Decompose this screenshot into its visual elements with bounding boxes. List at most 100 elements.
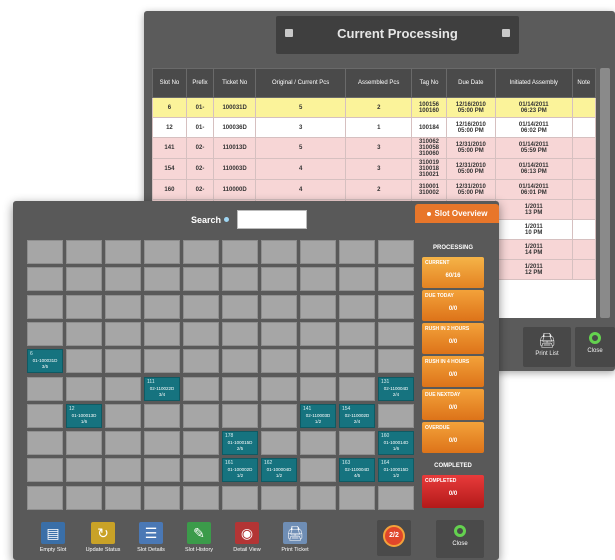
close-button[interactable]: Close: [436, 520, 484, 558]
slot-cell[interactable]: [261, 376, 297, 401]
status-due-today[interactable]: DUE TODAY 0/0: [422, 290, 484, 321]
slot-cell[interactable]: [66, 458, 102, 483]
slot-cell[interactable]: [339, 240, 375, 264]
table-row[interactable]: 154 02- 110003D 4 3 310019 310018 310021 12/31…: [152, 158, 596, 180]
slot-cell[interactable]: [66, 485, 102, 510]
slot-cell-filled[interactable]: 12 01-100013D 1/6: [66, 403, 102, 428]
slot-cell[interactable]: [27, 376, 63, 401]
table-row[interactable]: 160 02- 110000D 4 2 310001 310002 12/31/2010 0…: [152, 179, 596, 200]
slot-cell[interactable]: [222, 240, 258, 264]
slot-cell[interactable]: [183, 431, 219, 456]
slot-cell[interactable]: [300, 294, 336, 319]
slot-cell[interactable]: [300, 267, 336, 292]
slot-cell[interactable]: [66, 376, 102, 401]
slot-cell[interactable]: [300, 376, 336, 401]
slot-cell[interactable]: [105, 349, 141, 374]
slot-cell-filled[interactable]: 131 02-110004D 2/4: [378, 376, 414, 401]
slot-cell[interactable]: [66, 431, 102, 456]
slot-cell[interactable]: [378, 403, 414, 428]
column-header[interactable]: Original / Current Pcs: [255, 68, 347, 98]
slot-cell[interactable]: [66, 349, 102, 374]
slot-cell[interactable]: [183, 485, 219, 510]
slot-cell[interactable]: [222, 294, 258, 319]
slot-history-button[interactable]: ✎ Slot History: [175, 520, 223, 558]
slot-cell[interactable]: [222, 376, 258, 401]
status-rush-4-hours[interactable]: RUSH IN 4 HOURS 0/0: [422, 356, 484, 387]
column-header[interactable]: Ticket No: [213, 68, 257, 98]
slot-cell[interactable]: [300, 431, 336, 456]
update-status-button[interactable]: ↻ Update Status: [79, 520, 127, 558]
slot-cell[interactable]: [183, 349, 219, 374]
slot-cell[interactable]: [66, 240, 102, 264]
slot-cell[interactable]: [222, 267, 258, 292]
slot-cell[interactable]: [183, 376, 219, 401]
slot-cell[interactable]: [105, 485, 141, 510]
status-completed[interactable]: COMPLETED 0/0: [422, 475, 484, 508]
column-header[interactable]: Due Date: [445, 68, 496, 98]
status-overdue[interactable]: OVERDUE 0/0: [422, 422, 484, 453]
slot-cell[interactable]: [105, 458, 141, 483]
slot-cell[interactable]: [144, 294, 180, 319]
slot-cell[interactable]: [144, 267, 180, 292]
slot-cell[interactable]: [339, 431, 375, 456]
slot-cell[interactable]: [222, 349, 258, 374]
slot-cell[interactable]: [144, 403, 180, 428]
slot-cell[interactable]: [144, 349, 180, 374]
slot-cell[interactable]: [105, 403, 141, 428]
empty-slot-button[interactable]: ▤ Empty Slot: [29, 520, 77, 558]
slot-cell-filled[interactable]: 164 01-100015D 1/2: [378, 458, 414, 483]
slot-cell[interactable]: [339, 376, 375, 401]
table-row[interactable]: 6 01- 100031D 5 2 100156 100160 12/16/2010 05:…: [152, 97, 596, 118]
slot-cell[interactable]: [378, 294, 414, 319]
print-ticket-button[interactable]: 🖨 Print Ticket: [271, 520, 319, 558]
slot-cell-filled[interactable]: 154 02-110002D 2/4: [339, 403, 375, 428]
slot-cell[interactable]: [144, 321, 180, 346]
slot-cell[interactable]: [261, 431, 297, 456]
slot-cell[interactable]: [339, 321, 375, 346]
slot-cell[interactable]: [66, 267, 102, 292]
slot-cell[interactable]: [27, 240, 63, 264]
vertical-scrollbar[interactable]: [600, 68, 610, 318]
slot-cell[interactable]: [261, 294, 297, 319]
slot-cell-filled[interactable]: 178 01-100015D 2/5: [222, 431, 258, 456]
slot-cell-filled[interactable]: 141 02-110003D 1/2: [300, 403, 336, 428]
slot-cell[interactable]: [183, 294, 219, 319]
table-row[interactable]: 141 02- 110013D 5 3 310062 310058 310060 12/31…: [152, 137, 596, 159]
status-rush-2-hours[interactable]: RUSH IN 2 HOURS 0/0: [422, 323, 484, 354]
slot-cell[interactable]: [183, 240, 219, 264]
slot-cell[interactable]: [339, 349, 375, 374]
slot-cell[interactable]: [339, 267, 375, 292]
slot-cell[interactable]: [105, 431, 141, 456]
slot-cell[interactable]: [261, 321, 297, 346]
slot-cell[interactable]: [27, 458, 63, 483]
slot-cell[interactable]: [339, 294, 375, 319]
slot-cell[interactable]: [261, 485, 297, 510]
slot-cell[interactable]: [183, 267, 219, 292]
slot-cell[interactable]: [105, 294, 141, 319]
slot-cell[interactable]: [105, 240, 141, 264]
slot-cell[interactable]: [378, 267, 414, 292]
slot-cell[interactable]: [183, 403, 219, 428]
slot-cell-filled[interactable]: 162 01-100004D 1/2: [261, 458, 297, 483]
slot-cell[interactable]: [222, 485, 258, 510]
slot-cell[interactable]: [105, 376, 141, 401]
print-list-button[interactable]: 🖨 Print List: [523, 327, 571, 367]
slot-cell[interactable]: [222, 321, 258, 346]
slot-cell[interactable]: [144, 240, 180, 264]
slot-cell[interactable]: [27, 294, 63, 319]
search-input[interactable]: [237, 210, 307, 229]
column-header[interactable]: Tag No: [411, 68, 447, 98]
slot-cell[interactable]: [27, 485, 63, 510]
slot-cell[interactable]: [183, 321, 219, 346]
slot-cell[interactable]: [339, 485, 375, 510]
slot-cell[interactable]: [144, 485, 180, 510]
slot-cell[interactable]: [183, 458, 219, 483]
status-current[interactable]: CURRENT 60/16: [422, 257, 484, 288]
column-header[interactable]: Assembled Pcs: [345, 68, 413, 98]
slot-cell[interactable]: [66, 294, 102, 319]
status-due-nextday[interactable]: DUE NEXTDAY 0/0: [422, 389, 484, 420]
table-row[interactable]: 12 01- 100036D 3 1 100184 12/16/2010 05:00 PM 0…: [152, 117, 596, 138]
column-header[interactable]: Prefix: [185, 68, 215, 98]
back-close-button[interactable]: Close: [575, 327, 615, 367]
tab-slot-overview[interactable]: Slot Overview: [415, 204, 499, 223]
